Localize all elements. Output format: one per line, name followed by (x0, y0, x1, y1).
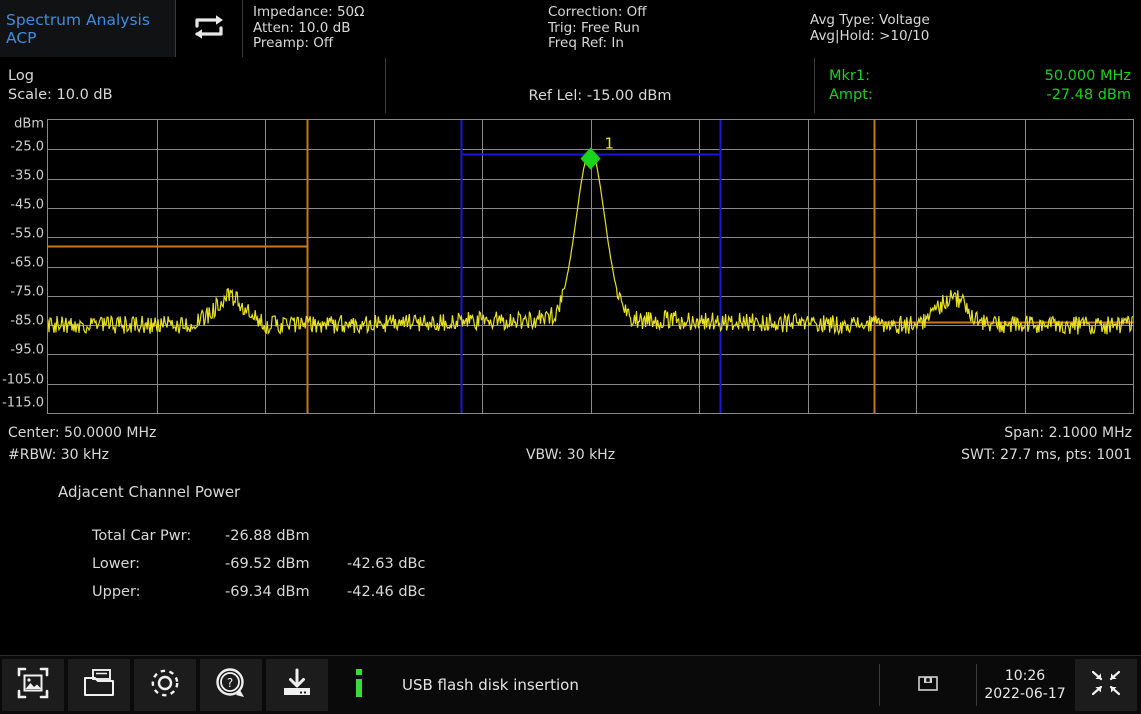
mode-title-block[interactable]: Spectrum Analysis ACP (0, 0, 175, 57)
trigger-value: Trig: Free Run (548, 21, 800, 37)
span-label[interactable]: Span: 2.1000 MHz (1004, 425, 1132, 441)
y-axis-unit: dBm (14, 117, 44, 132)
acp-row-label: Lower: (92, 556, 225, 572)
table-row: Total Car Pwr: -26.88 dBm (92, 522, 467, 550)
ref-level-label: Ref Lel: -15.00 dBm (529, 88, 672, 104)
y-tick-7: -95.0 (10, 343, 44, 358)
amplitude-label: Ampt: (829, 86, 873, 105)
help-button[interactable]: ? (200, 659, 262, 711)
scale-marker-bar: Log Scale: 10.0 dB Ref Lel: -15.00 dBm M… (0, 58, 1141, 113)
avg-hold-value: Avg|Hold: >10/10 (810, 29, 1100, 45)
y-tick-8: -105.0 (2, 373, 44, 388)
gear-icon (148, 666, 182, 704)
acp-row-dbc: -42.63 dBc (347, 556, 467, 572)
attenuation-value: Atten: 10.0 dB (253, 21, 538, 37)
status-message-text: USB flash disk insertion (402, 676, 579, 694)
status-message: USB flash disk insertion (388, 656, 879, 714)
ref-level-group[interactable]: Ref Lel: -15.00 dBm (386, 58, 814, 113)
clock[interactable]: 10:26 2022-06-17 (977, 656, 1073, 714)
table-row: Upper: -69.34 dBm -42.46 dBc (92, 578, 467, 606)
y-tick-3: -55.0 (10, 227, 44, 242)
collapse-button[interactable] (1075, 659, 1137, 711)
save-button[interactable] (266, 659, 328, 711)
loop-arrows-icon (189, 12, 229, 46)
marker-readout-group[interactable]: Mkr1: 50.000 MHz Ampt: -27.48 dBm (815, 58, 1141, 113)
y-tick-6: -85.0 (10, 314, 44, 329)
trace-canvas: 1 (48, 120, 1133, 413)
notification-indicator[interactable] (330, 656, 388, 714)
y-tick-9: -115.0 (2, 396, 44, 411)
freq-ref-value: Freq Ref: In (548, 36, 800, 52)
plot-area[interactable]: 1 (47, 119, 1134, 414)
spectrum-graph[interactable]: dBm -25.0 -35.0 -45.0 -55.0 -65.0 -75.0 … (0, 114, 1141, 419)
rf-settings-group[interactable]: Impedance: 50Ω Atten: 10.0 dB Preamp: Of… (243, 0, 538, 57)
avg-type-value: Avg Type: Voltage (810, 13, 1100, 29)
marker-1[interactable]: 1 (581, 135, 615, 170)
correction-value: Correction: Off (548, 5, 800, 21)
sweep-mode-button[interactable] (176, 0, 242, 57)
amplitude-value: -27.48 dBm (1046, 86, 1131, 105)
y-tick-0: -25.0 (10, 140, 44, 155)
acp-row-dbm: -26.88 dBm (225, 528, 347, 544)
file-button[interactable] (68, 659, 130, 711)
marker-label: Mkr1: (829, 67, 870, 86)
svg-text:1: 1 (605, 135, 615, 153)
y-axis-labels: dBm -25.0 -35.0 -45.0 -55.0 -65.0 -75.0 … (0, 114, 47, 419)
acp-row-label: Upper: (92, 584, 225, 600)
info-icon (352, 668, 366, 702)
preamp-value: Preamp: Off (253, 36, 538, 52)
acp-row-dbm: -69.52 dBm (225, 556, 347, 572)
graph-footer: Center: 50.0000 MHz #RBW: 30 kHz VBW: 30… (0, 423, 1141, 468)
y-tick-1: -35.0 (10, 169, 44, 184)
clock-date: 2022-06-17 (984, 685, 1065, 703)
system-settings-button[interactable] (134, 659, 196, 711)
scale-group[interactable]: Log Scale: 10.0 dB (0, 58, 385, 113)
svg-text:?: ? (227, 676, 233, 690)
sweep-time-label[interactable]: SWT: 27.7 ms, pts: 1001 (961, 447, 1132, 463)
acp-row-dbm: -69.34 dBm (225, 584, 347, 600)
y-tick-4: -65.0 (10, 256, 44, 271)
table-row: Lower: -69.52 dBm -42.63 dBc (92, 550, 467, 578)
trigger-settings-group[interactable]: Correction: Off Trig: Free Run Freq Ref:… (538, 0, 800, 57)
spectrum-analyzer-screen: Spectrum Analysis ACP Impedance: 50Ω Att… (0, 0, 1141, 714)
help-icon: ? (214, 666, 248, 704)
screenshot-icon (16, 666, 50, 704)
impedance-value: Impedance: 50Ω (253, 5, 538, 21)
taskbar: ? USB flash dis (0, 655, 1141, 714)
measurement-title: ACP (6, 29, 175, 47)
acp-panel-title: Adjacent Channel Power (58, 483, 240, 501)
file-folder-icon (82, 667, 116, 703)
marker-ampt-row: Ampt: -27.48 dBm (829, 86, 1131, 105)
mode-title: Spectrum Analysis (6, 11, 175, 29)
marker-frequency-value: 50.000 MHz (1045, 67, 1131, 86)
scale-value-label: Scale: 10.0 dB (8, 86, 385, 105)
trace-line (48, 150, 1133, 334)
acp-row-label: Total Car Pwr: (92, 528, 225, 544)
average-settings-group[interactable]: Avg Type: Voltage Avg|Hold: >10/10 (800, 0, 1100, 57)
clock-time: 10:26 (1005, 667, 1045, 685)
center-frequency-label[interactable]: Center: 50.0000 MHz (8, 425, 156, 441)
collapse-arrows-icon (1088, 667, 1124, 703)
status-header: Spectrum Analysis ACP Impedance: 50Ω Att… (0, 0, 1141, 57)
y-tick-2: -45.0 (10, 198, 44, 213)
marker-freq-row: Mkr1: 50.000 MHz (829, 67, 1131, 86)
save-download-icon (280, 667, 314, 703)
usb-storage-icon (916, 671, 940, 699)
acp-row-dbc: -42.46 dBc (347, 584, 467, 600)
y-tick-5: -75.0 (10, 285, 44, 300)
acp-results-panel: Adjacent Channel Power Total Car Pwr: -2… (0, 478, 1141, 628)
usb-status[interactable] (880, 656, 976, 714)
acp-table: Total Car Pwr: -26.88 dBm Lower: -69.52 … (92, 522, 467, 606)
scale-type-label: Log (8, 67, 385, 86)
screenshot-button[interactable] (2, 659, 64, 711)
